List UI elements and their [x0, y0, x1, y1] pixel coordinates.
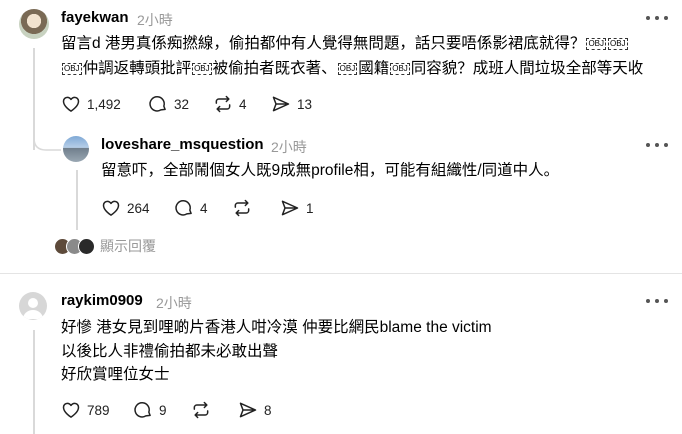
reply-avatar — [78, 237, 95, 255]
divider — [0, 273, 682, 274]
show-replies[interactable]: 顯示回覆 — [54, 236, 156, 256]
repost-icon — [193, 401, 209, 419]
repost-button[interactable] — [191, 398, 211, 422]
post-text: 留言d 港男真係痴撚線，偷拍都仲有人覺得無問題，話只要唔係影裙底就得？ OBJ OB… — [61, 35, 628, 52]
timestamp: 2小時 — [156, 295, 192, 311]
object-placeholder-icon: OBJ — [608, 37, 628, 50]
comment-icon — [134, 402, 151, 418]
show-replies-label[interactable]: 顯示回覆 — [100, 236, 156, 256]
avatar[interactable] — [63, 136, 89, 162]
repost-button[interactable] — [232, 196, 252, 220]
heart-icon — [102, 200, 120, 216]
repost-count: 4 — [239, 96, 247, 112]
repost-icon — [234, 199, 250, 217]
username[interactable]: loveshare_msquestion — [101, 136, 264, 153]
like-count: 1,492 — [87, 96, 121, 112]
thread-line — [33, 330, 35, 434]
object-placeholder-icon: OBJ — [62, 62, 82, 75]
post-text: 以後比人非禮偷拍都未必敢出聲 — [61, 343, 279, 360]
like-count: 789 — [87, 402, 110, 418]
like-button[interactable]: 789 — [61, 398, 110, 422]
comment-icon — [175, 200, 192, 216]
comment-button[interactable]: 4 — [174, 196, 208, 220]
comment-button[interactable]: 9 — [133, 398, 167, 422]
avatar[interactable] — [19, 292, 47, 320]
username[interactable]: fayekwan — [61, 9, 129, 26]
post-text: 好慘 港女見到哩啲片香港人咁冷漠 仲要比網民blame the victim — [61, 319, 492, 336]
share-button[interactable]: 8 — [238, 398, 272, 422]
more-icon[interactable] — [646, 297, 668, 305]
default-avatar-icon — [23, 298, 43, 319]
post-text: 好欣賞哩位女士 — [61, 366, 170, 383]
comment-count: 32 — [174, 96, 190, 112]
comment-icon — [149, 96, 166, 112]
more-icon[interactable] — [646, 14, 668, 22]
more-icon[interactable] — [646, 141, 668, 149]
timestamp: 2小時 — [271, 139, 307, 155]
object-placeholder-icon: OBJ — [192, 62, 212, 75]
share-count: 13 — [297, 96, 313, 112]
post-text: OBJ 仲調返轉頭批評 OBJ 被偷拍者既衣著、 OBJ 國籍 OBJ 同容貌？成班人間垃圾全… — [62, 60, 644, 77]
heart-icon — [62, 402, 80, 418]
reply-text: 留意吓，全部鬧個女人既9成無profile相，可能有組織性/同道中人。 — [101, 162, 560, 179]
username[interactable]: raykim0909 — [61, 292, 143, 309]
heart-icon — [62, 96, 80, 112]
comment-count: 4 — [200, 200, 208, 216]
timestamp: 2小時 — [137, 12, 173, 28]
object-placeholder-icon: OBJ — [337, 62, 358, 75]
like-button[interactable]: 264 — [101, 196, 150, 220]
share-icon — [272, 96, 290, 112]
share-button[interactable]: 1 — [280, 196, 314, 220]
object-placeholder-icon: OBJ — [390, 62, 410, 75]
comment-count: 9 — [159, 402, 167, 418]
share-icon — [239, 402, 257, 418]
comment-button[interactable]: 32 — [148, 92, 189, 116]
like-button[interactable]: 1,492 — [61, 92, 121, 116]
share-icon — [281, 200, 299, 216]
repost-button[interactable]: 4 — [213, 92, 247, 116]
thread-line — [76, 170, 78, 230]
avatar[interactable] — [19, 9, 49, 39]
share-count: 8 — [264, 402, 272, 418]
like-count: 264 — [127, 200, 150, 216]
share-count: 1 — [306, 200, 314, 216]
share-button[interactable]: 13 — [271, 92, 312, 116]
repost-icon — [215, 95, 231, 113]
reply-connector — [33, 128, 61, 151]
object-placeholder-icon: OBJ — [586, 37, 606, 50]
